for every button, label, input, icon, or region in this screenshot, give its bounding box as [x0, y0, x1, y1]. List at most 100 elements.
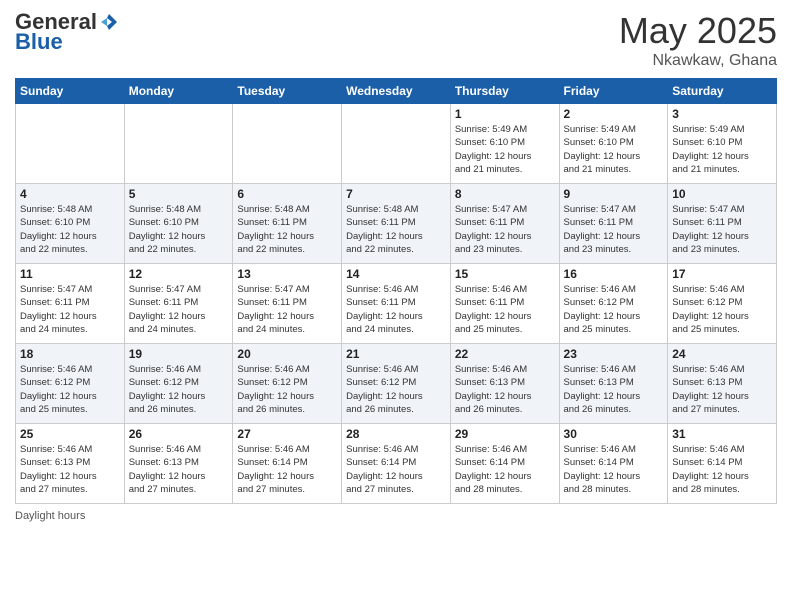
day-info: Sunrise: 5:46 AM Sunset: 6:12 PM Dayligh…: [564, 283, 664, 336]
col-header-thursday: Thursday: [450, 79, 559, 104]
week-row-1: 1 Sunrise: 5:49 AM Sunset: 6:10 PM Daylig…: [16, 104, 777, 184]
day-number: 5: [129, 187, 229, 201]
calendar-cell: 18 Sunrise: 5:46 AM Sunset: 6:12 PM Dayli…: [16, 344, 125, 424]
day-number: 17: [672, 267, 772, 281]
calendar-cell: 5Sunrise: 5:48 AM Sunset: 6:10 PM Daylig…: [124, 184, 233, 264]
day-number: 19: [129, 347, 229, 361]
day-info: Sunrise: 5:46 AM Sunset: 6:12 PM Dayligh…: [346, 363, 446, 416]
calendar-cell: 3Sunrise: 5:49 AM Sunset: 6:10 PM Daylig…: [668, 104, 777, 184]
calendar-cell: 12 Sunrise: 5:47 AM Sunset: 6:11 PM Dayli…: [124, 264, 233, 344]
day-number: 30: [564, 427, 664, 441]
day-number: 20: [237, 347, 337, 361]
calendar-cell: [16, 104, 125, 184]
day-number: 22: [455, 347, 555, 361]
day-number: 18: [20, 347, 120, 361]
day-number: 28: [346, 427, 446, 441]
day-number: 27: [237, 427, 337, 441]
day-number: 7: [346, 187, 446, 201]
day-number: 9: [564, 187, 664, 201]
day-info: Sunrise: 5:46 AM Sunset: 6:14 PM Dayligh…: [237, 443, 337, 496]
calendar-cell: 30 Sunrise: 5:46 AM Sunset: 6:14 PM Dayli…: [559, 424, 668, 504]
calendar-cell: 11 Sunrise: 5:47 AM Sunset: 6:11 PM Dayli…: [16, 264, 125, 344]
calendar-table: SundayMondayTuesdayWednesdayThursdayFrid…: [15, 78, 777, 504]
col-header-saturday: Saturday: [668, 79, 777, 104]
calendar-cell: 10 Sunrise: 5:47 AM Sunset: 6:11 PM Dayli…: [668, 184, 777, 264]
day-number: 16: [564, 267, 664, 281]
day-number: 11: [20, 267, 120, 281]
calendar-cell: 1 Sunrise: 5:49 AM Sunset: 6:10 PM Daylig…: [450, 104, 559, 184]
col-header-sunday: Sunday: [16, 79, 125, 104]
calendar-cell: 27 Sunrise: 5:46 AM Sunset: 6:14 PM Dayli…: [233, 424, 342, 504]
calendar-cell: 13 Sunrise: 5:47 AM Sunset: 6:11 PM Dayli…: [233, 264, 342, 344]
calendar-cell: [124, 104, 233, 184]
day-info: Sunrise: 5:47 AM Sunset: 6:11 PM Dayligh…: [564, 203, 664, 256]
month-title: May 2025: [619, 10, 777, 52]
week-row-5: 25 Sunrise: 5:46 AM Sunset: 6:13 PM Dayli…: [16, 424, 777, 504]
day-number: 25: [20, 427, 120, 441]
day-info: Sunrise: 5:46 AM Sunset: 6:12 PM Dayligh…: [129, 363, 229, 416]
calendar-cell: 26 Sunrise: 5:46 AM Sunset: 6:13 PM Dayli…: [124, 424, 233, 504]
day-number: 12: [129, 267, 229, 281]
day-info: Sunrise: 5:46 AM Sunset: 6:11 PM Dayligh…: [455, 283, 555, 336]
day-info: Sunrise: 5:48 AM Sunset: 6:11 PM Dayligh…: [346, 203, 446, 256]
day-info: Sunrise: 5:46 AM Sunset: 6:13 PM Dayligh…: [129, 443, 229, 496]
day-number: 15: [455, 267, 555, 281]
day-number: 31: [672, 427, 772, 441]
day-info: Sunrise: 5:46 AM Sunset: 6:12 PM Dayligh…: [237, 363, 337, 416]
footer: Daylight hours: [15, 510, 777, 522]
day-number: 10: [672, 187, 772, 201]
day-info: Sunrise: 5:47 AM Sunset: 6:11 PM Dayligh…: [455, 203, 555, 256]
calendar-cell: 20 Sunrise: 5:46 AM Sunset: 6:12 PM Dayli…: [233, 344, 342, 424]
day-info: Sunrise: 5:48 AM Sunset: 6:11 PM Dayligh…: [237, 203, 337, 256]
header: General Blue May 2025 Nkawkaw, Ghana: [15, 10, 777, 70]
calendar-cell: 14Sunrise: 5:46 AM Sunset: 6:11 PM Dayli…: [342, 264, 451, 344]
calendar-cell: 28Sunrise: 5:46 AM Sunset: 6:14 PM Dayli…: [342, 424, 451, 504]
calendar-cell: 6 Sunrise: 5:48 AM Sunset: 6:11 PM Daylig…: [233, 184, 342, 264]
day-number: 4: [20, 187, 120, 201]
calendar-cell: 7 Sunrise: 5:48 AM Sunset: 6:11 PM Daylig…: [342, 184, 451, 264]
day-number: 1: [455, 107, 555, 121]
calendar-cell: 2 Sunrise: 5:49 AM Sunset: 6:10 PM Daylig…: [559, 104, 668, 184]
day-number: 6: [237, 187, 337, 201]
day-info: Sunrise: 5:47 AM Sunset: 6:11 PM Dayligh…: [129, 283, 229, 336]
calendar-cell: 29 Sunrise: 5:46 AM Sunset: 6:14 PM Dayli…: [450, 424, 559, 504]
day-info: Sunrise: 5:46 AM Sunset: 6:14 PM Dayligh…: [455, 443, 555, 496]
day-info: Sunrise: 5:48 AM Sunset: 6:10 PM Dayligh…: [20, 203, 120, 256]
title-block: May 2025 Nkawkaw, Ghana: [619, 10, 777, 70]
calendar-cell: 25 Sunrise: 5:46 AM Sunset: 6:13 PM Dayli…: [16, 424, 125, 504]
day-info: Sunrise: 5:49 AM Sunset: 6:10 PM Dayligh…: [455, 123, 555, 176]
calendar-cell: 9 Sunrise: 5:47 AM Sunset: 6:11 PM Daylig…: [559, 184, 668, 264]
day-info: Sunrise: 5:46 AM Sunset: 6:14 PM Dayligh…: [564, 443, 664, 496]
day-info: Sunrise: 5:46 AM Sunset: 6:12 PM Dayligh…: [20, 363, 120, 416]
calendar-cell: 17 Sunrise: 5:46 AM Sunset: 6:12 PM Dayli…: [668, 264, 777, 344]
week-row-3: 11 Sunrise: 5:47 AM Sunset: 6:11 PM Dayli…: [16, 264, 777, 344]
calendar-cell: 8Sunrise: 5:47 AM Sunset: 6:11 PM Daylig…: [450, 184, 559, 264]
day-info: Sunrise: 5:47 AM Sunset: 6:11 PM Dayligh…: [672, 203, 772, 256]
page: General Blue May 2025 Nkawkaw, Ghana Sun…: [0, 0, 792, 612]
logo-blue-text: Blue: [15, 29, 63, 54]
day-number: 23: [564, 347, 664, 361]
day-number: 2: [564, 107, 664, 121]
day-info: Sunrise: 5:46 AM Sunset: 6:13 PM Dayligh…: [455, 363, 555, 416]
day-number: 14: [346, 267, 446, 281]
calendar-cell: 15 Sunrise: 5:46 AM Sunset: 6:11 PM Dayli…: [450, 264, 559, 344]
day-info: Sunrise: 5:47 AM Sunset: 6:11 PM Dayligh…: [20, 283, 120, 336]
header-row: SundayMondayTuesdayWednesdayThursdayFrid…: [16, 79, 777, 104]
location-title: Nkawkaw, Ghana: [619, 52, 777, 70]
calendar-cell: [342, 104, 451, 184]
col-header-tuesday: Tuesday: [233, 79, 342, 104]
logo-icon: [99, 12, 119, 32]
day-number: 29: [455, 427, 555, 441]
day-number: 26: [129, 427, 229, 441]
day-info: Sunrise: 5:46 AM Sunset: 6:13 PM Dayligh…: [20, 443, 120, 496]
calendar-cell: [233, 104, 342, 184]
col-header-monday: Monday: [124, 79, 233, 104]
week-row-4: 18 Sunrise: 5:46 AM Sunset: 6:12 PM Dayli…: [16, 344, 777, 424]
day-info: Sunrise: 5:46 AM Sunset: 6:12 PM Dayligh…: [672, 283, 772, 336]
day-info: Sunrise: 5:49 AM Sunset: 6:10 PM Dayligh…: [564, 123, 664, 176]
day-info: Sunrise: 5:47 AM Sunset: 6:11 PM Dayligh…: [237, 283, 337, 336]
day-number: 13: [237, 267, 337, 281]
col-header-wednesday: Wednesday: [342, 79, 451, 104]
calendar-cell: 31Sunrise: 5:46 AM Sunset: 6:14 PM Dayli…: [668, 424, 777, 504]
day-info: Sunrise: 5:46 AM Sunset: 6:13 PM Dayligh…: [672, 363, 772, 416]
